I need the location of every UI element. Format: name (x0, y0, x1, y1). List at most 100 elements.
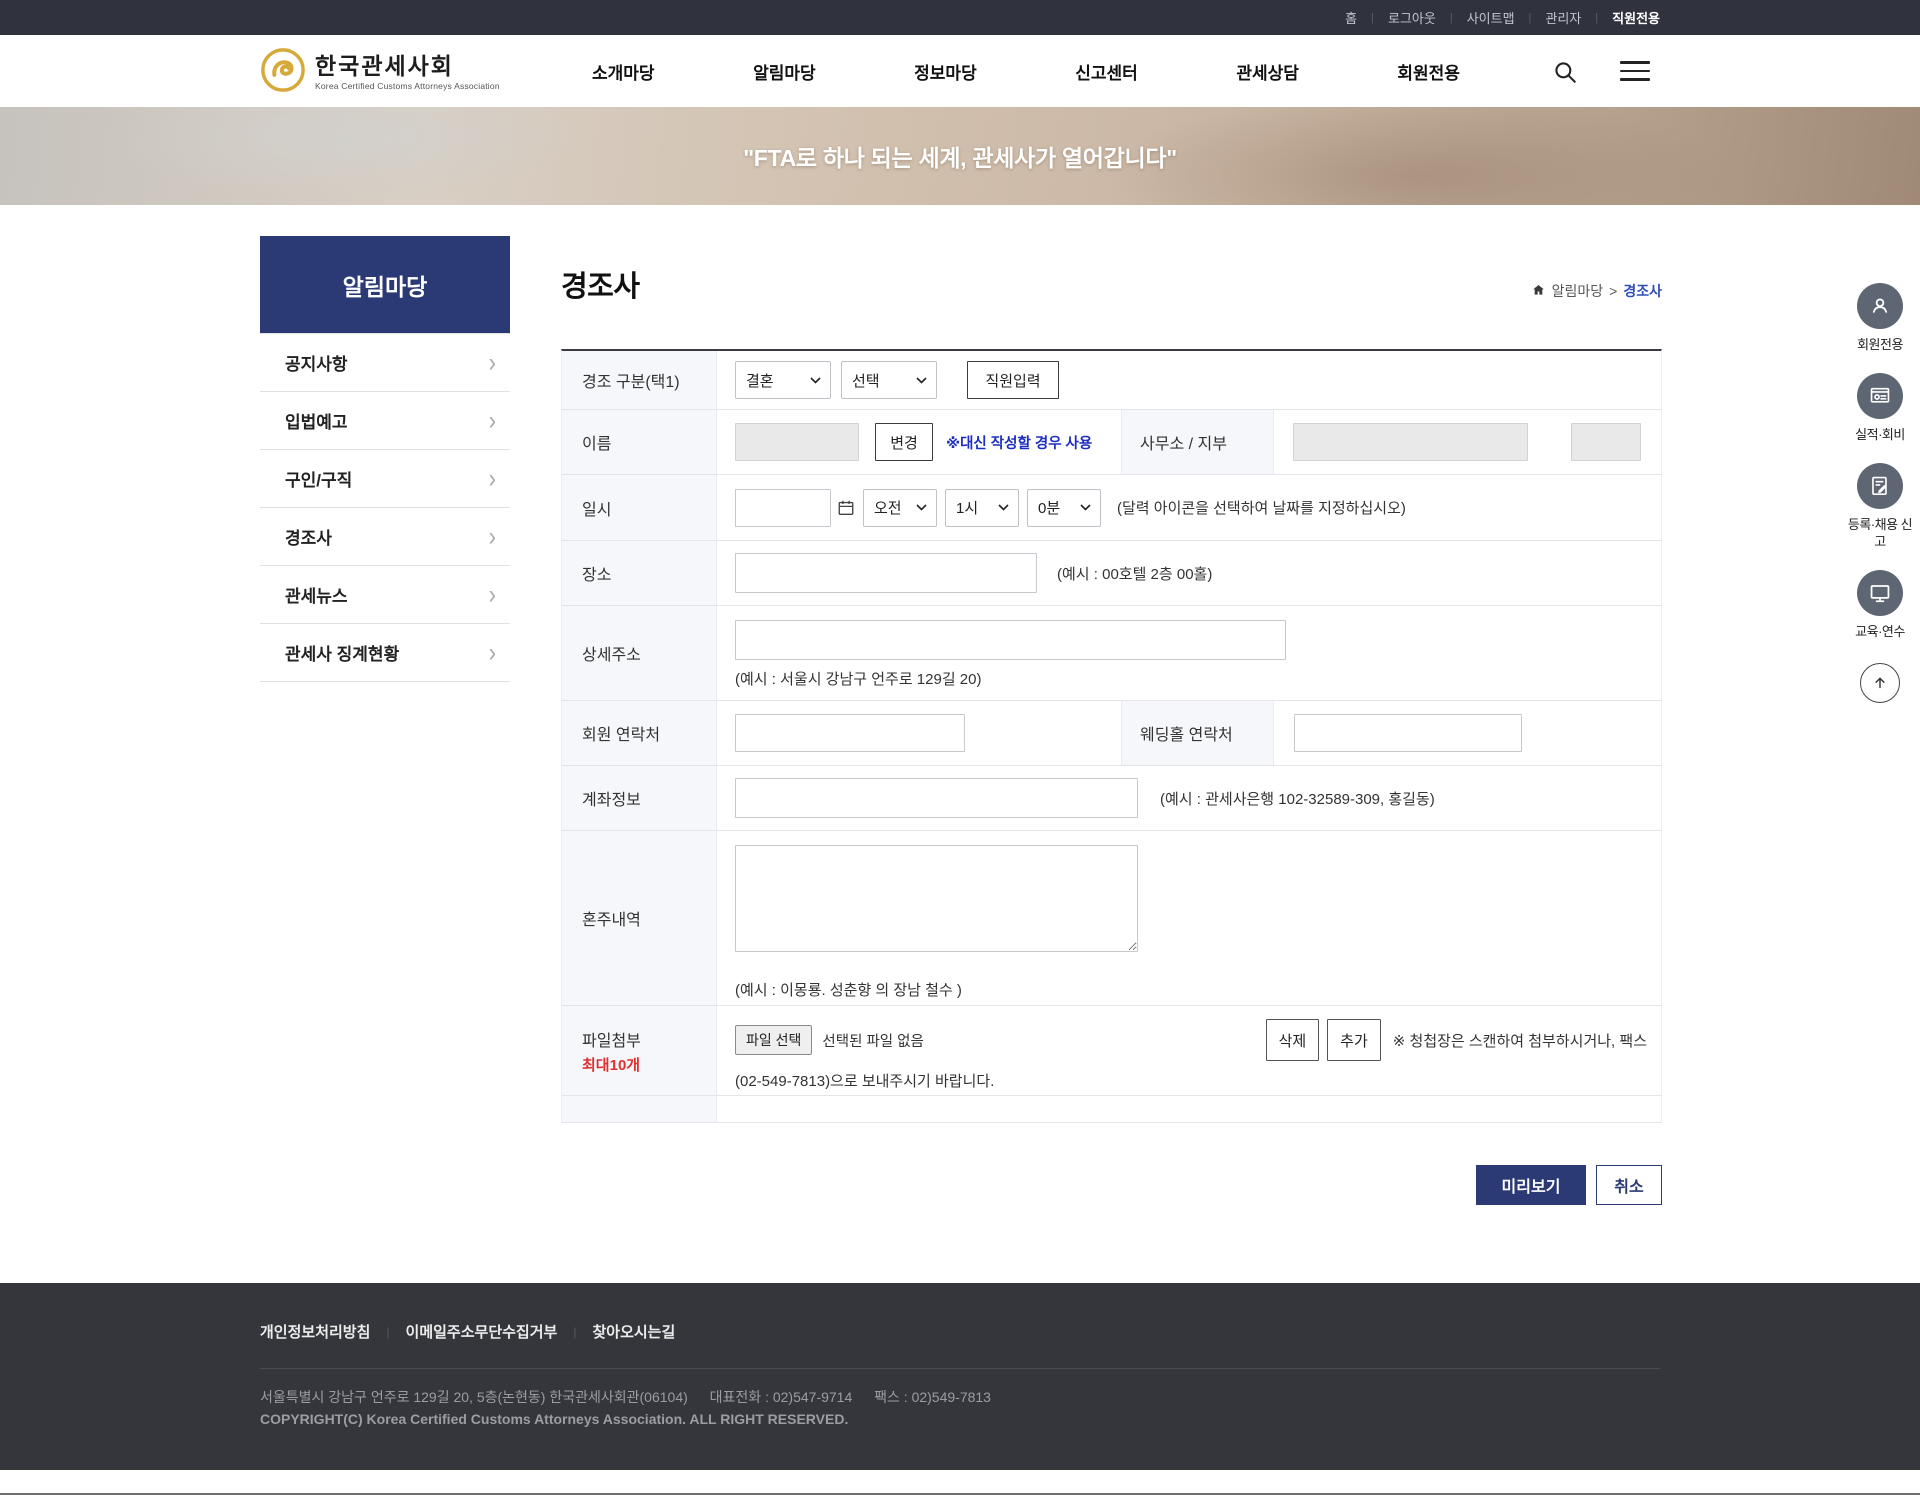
chevron-right-icon: › (489, 521, 496, 552)
footer-address: 서울특별시 강남구 언주로 129길 20, 5층(논현동) 한국관세사회관(0… (260, 1389, 688, 1405)
hero-slogan: "FTA로 하나 되는 세계, 관세사가 열어갑니다" (743, 139, 1177, 173)
event-type-select[interactable]: 결혼 (735, 361, 831, 399)
quick-item-performance-fees[interactable]: 실적·회비 (1844, 373, 1916, 444)
empty-label-cell (562, 1096, 717, 1122)
sidebar-item-label: 관세사 징계현황 (285, 640, 399, 665)
file-select-button[interactable]: 파일 선택 (735, 1025, 812, 1055)
scroll-to-top-button[interactable] (1860, 663, 1900, 703)
breadcrumb-section[interactable]: 알림마당 (1552, 281, 1604, 301)
account-input[interactable] (735, 778, 1138, 818)
field-label-wedding-contact: 웨딩홀 연락처 (1121, 701, 1274, 765)
place-input[interactable] (735, 553, 1037, 593)
footer-link-privacy[interactable]: 개인정보처리방침 (260, 1321, 370, 1342)
utility-bar: 홈 | 로그아웃 | 사이트맵 | 관리자 | 직원전용 (0, 0, 1920, 35)
main-nav: 소개마당 알림마당 정보마당 신고센터 관세상담 회원전용 (592, 35, 1460, 107)
change-name-button[interactable]: 변경 (875, 423, 933, 461)
sidebar-item-label: 경조사 (285, 524, 332, 549)
attachment-notice-line1: ※ 청첩장은 스캔하여 첨부하시거나, 팩스 (1393, 1030, 1647, 1051)
hour-select[interactable]: 1시 (945, 489, 1019, 527)
wedding-contact-input[interactable] (1294, 714, 1522, 752)
menu-icon[interactable] (1620, 61, 1650, 81)
topbar-link-staff[interactable]: 직원전용 (1612, 8, 1660, 27)
footer-link-directions[interactable]: 찾아오시는길 (592, 1321, 675, 1342)
footer-divider (260, 1368, 1660, 1369)
chevron-right-icon: › (489, 463, 496, 494)
footer-copyright: COPYRIGHT(C) Korea Certified Customs Att… (260, 1409, 1660, 1431)
sidebar-item-jobs[interactable]: 구인/구직 › (260, 450, 510, 508)
sidebar-item-discipline[interactable]: 관세사 징계현황 › (260, 624, 510, 682)
event-type-value: 결혼 (746, 370, 774, 391)
event-subtype-select[interactable]: 선택 (841, 361, 937, 399)
footer-links: 개인정보처리방침 | 이메일주소무단수집거부 | 찾아오시는길 (260, 1283, 1660, 1342)
home-icon[interactable] (1531, 283, 1546, 300)
divider: | (1595, 12, 1598, 24)
search-icon[interactable] (1552, 59, 1578, 85)
sidebar-item-family-events[interactable]: 경조사 › (260, 508, 510, 566)
topbar-link-admin[interactable]: 관리자 (1545, 8, 1581, 27)
field-label-hosts: 혼주내역 (562, 831, 717, 1005)
delete-file-button[interactable]: 삭제 (1266, 1019, 1320, 1061)
chevron-right-icon: › (489, 405, 496, 436)
nav-item-report[interactable]: 신고센터 (1075, 59, 1138, 84)
name-input[interactable] (735, 423, 859, 461)
place-hint: (예시 : 00호텔 2층 00홀) (1057, 563, 1212, 584)
address-input[interactable] (735, 620, 1286, 660)
sidebar-item-notice[interactable]: 공지사항 › (260, 334, 510, 392)
calendar-icon[interactable] (837, 499, 855, 517)
member-contact-input[interactable] (735, 714, 965, 752)
topbar-link-home[interactable]: 홈 (1345, 8, 1357, 27)
nav-item-notice[interactable]: 알림마당 (753, 59, 816, 84)
logo[interactable]: 한국관세사회 Korea Certified Customs Attorneys… (260, 47, 500, 98)
sidebar-item-label: 입법예고 (285, 408, 348, 433)
cancel-button[interactable]: 취소 (1596, 1165, 1662, 1205)
attachment-notice-line2: (02-549-7813)으로 보내주시기 바랍니다. (735, 1070, 994, 1091)
preview-button[interactable]: 미리보기 (1476, 1165, 1586, 1205)
hosts-textarea[interactable] (735, 845, 1138, 952)
quick-menu: 회원전용 실적·회비 등록·채용 신고 교육· (1838, 283, 1920, 703)
divider: | (1529, 12, 1532, 24)
divider: | (573, 1325, 576, 1339)
attachment-limit: 최대10개 (582, 1054, 706, 1075)
topbar-link-sitemap[interactable]: 사이트맵 (1467, 8, 1515, 27)
sidebar-item-legislation[interactable]: 입법예고 › (260, 392, 510, 450)
nav-item-intro[interactable]: 소개마당 (592, 59, 655, 84)
content: 경조사 알림마당 > 경조사 경조 구분(택1) 결혼 (561, 205, 1662, 1283)
nav-item-consult[interactable]: 관세상담 (1236, 59, 1299, 84)
quick-item-label: 회원전용 (1844, 337, 1916, 354)
sidebar-item-label: 구인/구직 (285, 466, 352, 491)
nav-item-info[interactable]: 정보마당 (914, 59, 977, 84)
topbar-link-logout[interactable]: 로그아웃 (1388, 8, 1436, 27)
quick-item-label: 실적·회비 (1844, 427, 1916, 444)
bottom-spacer (0, 1470, 1920, 1493)
field-label-member-contact: 회원 연락처 (562, 701, 717, 765)
ampm-select[interactable]: 오전 (863, 489, 937, 527)
breadcrumb: 알림마당 > 경조사 (1531, 281, 1662, 305)
breadcrumb-separator: > (1609, 283, 1617, 299)
page: 홈 | 로그아웃 | 사이트맵 | 관리자 | 직원전용 한국관세사회 Kore… (0, 0, 1920, 1500)
staff-input-button[interactable]: 직원입력 (967, 361, 1059, 399)
quick-item-education[interactable]: 교육·연수 (1844, 570, 1916, 641)
quick-item-label: 등록·채용 신고 (1844, 517, 1916, 551)
sidebar-item-customs-news[interactable]: 관세뉴스 › (260, 566, 510, 624)
page-bottom-divider (0, 1493, 1920, 1495)
chevron-down-icon (1080, 504, 1091, 511)
logo-emblem-icon (260, 47, 306, 98)
field-label-datetime: 일시 (562, 475, 717, 540)
nav-item-members[interactable]: 회원전용 (1397, 59, 1460, 84)
date-input[interactable] (735, 489, 831, 527)
footer-link-email-policy[interactable]: 이메일주소무단수집거부 (406, 1321, 558, 1342)
footer-tel: 대표전화 : 02)547-9714 (710, 1389, 853, 1405)
chart-board-icon (1857, 373, 1903, 419)
divider: | (386, 1325, 389, 1339)
main: 알림마당 공지사항 › 입법예고 › 구인/구직 › 경조사 › (0, 205, 1920, 1283)
add-file-button[interactable]: 추가 (1327, 1019, 1381, 1061)
field-label-name: 이름 (562, 410, 717, 474)
minute-select[interactable]: 0분 (1027, 489, 1101, 527)
quick-item-members[interactable]: 회원전용 (1844, 283, 1916, 354)
chevron-right-icon: › (489, 347, 496, 378)
attachment-label: 파일첨부 (582, 1027, 706, 1051)
quick-item-registration[interactable]: 등록·채용 신고 (1844, 463, 1916, 551)
chevron-down-icon (916, 377, 927, 384)
office-input[interactable] (1293, 423, 1528, 461)
branch-input[interactable] (1571, 423, 1641, 461)
